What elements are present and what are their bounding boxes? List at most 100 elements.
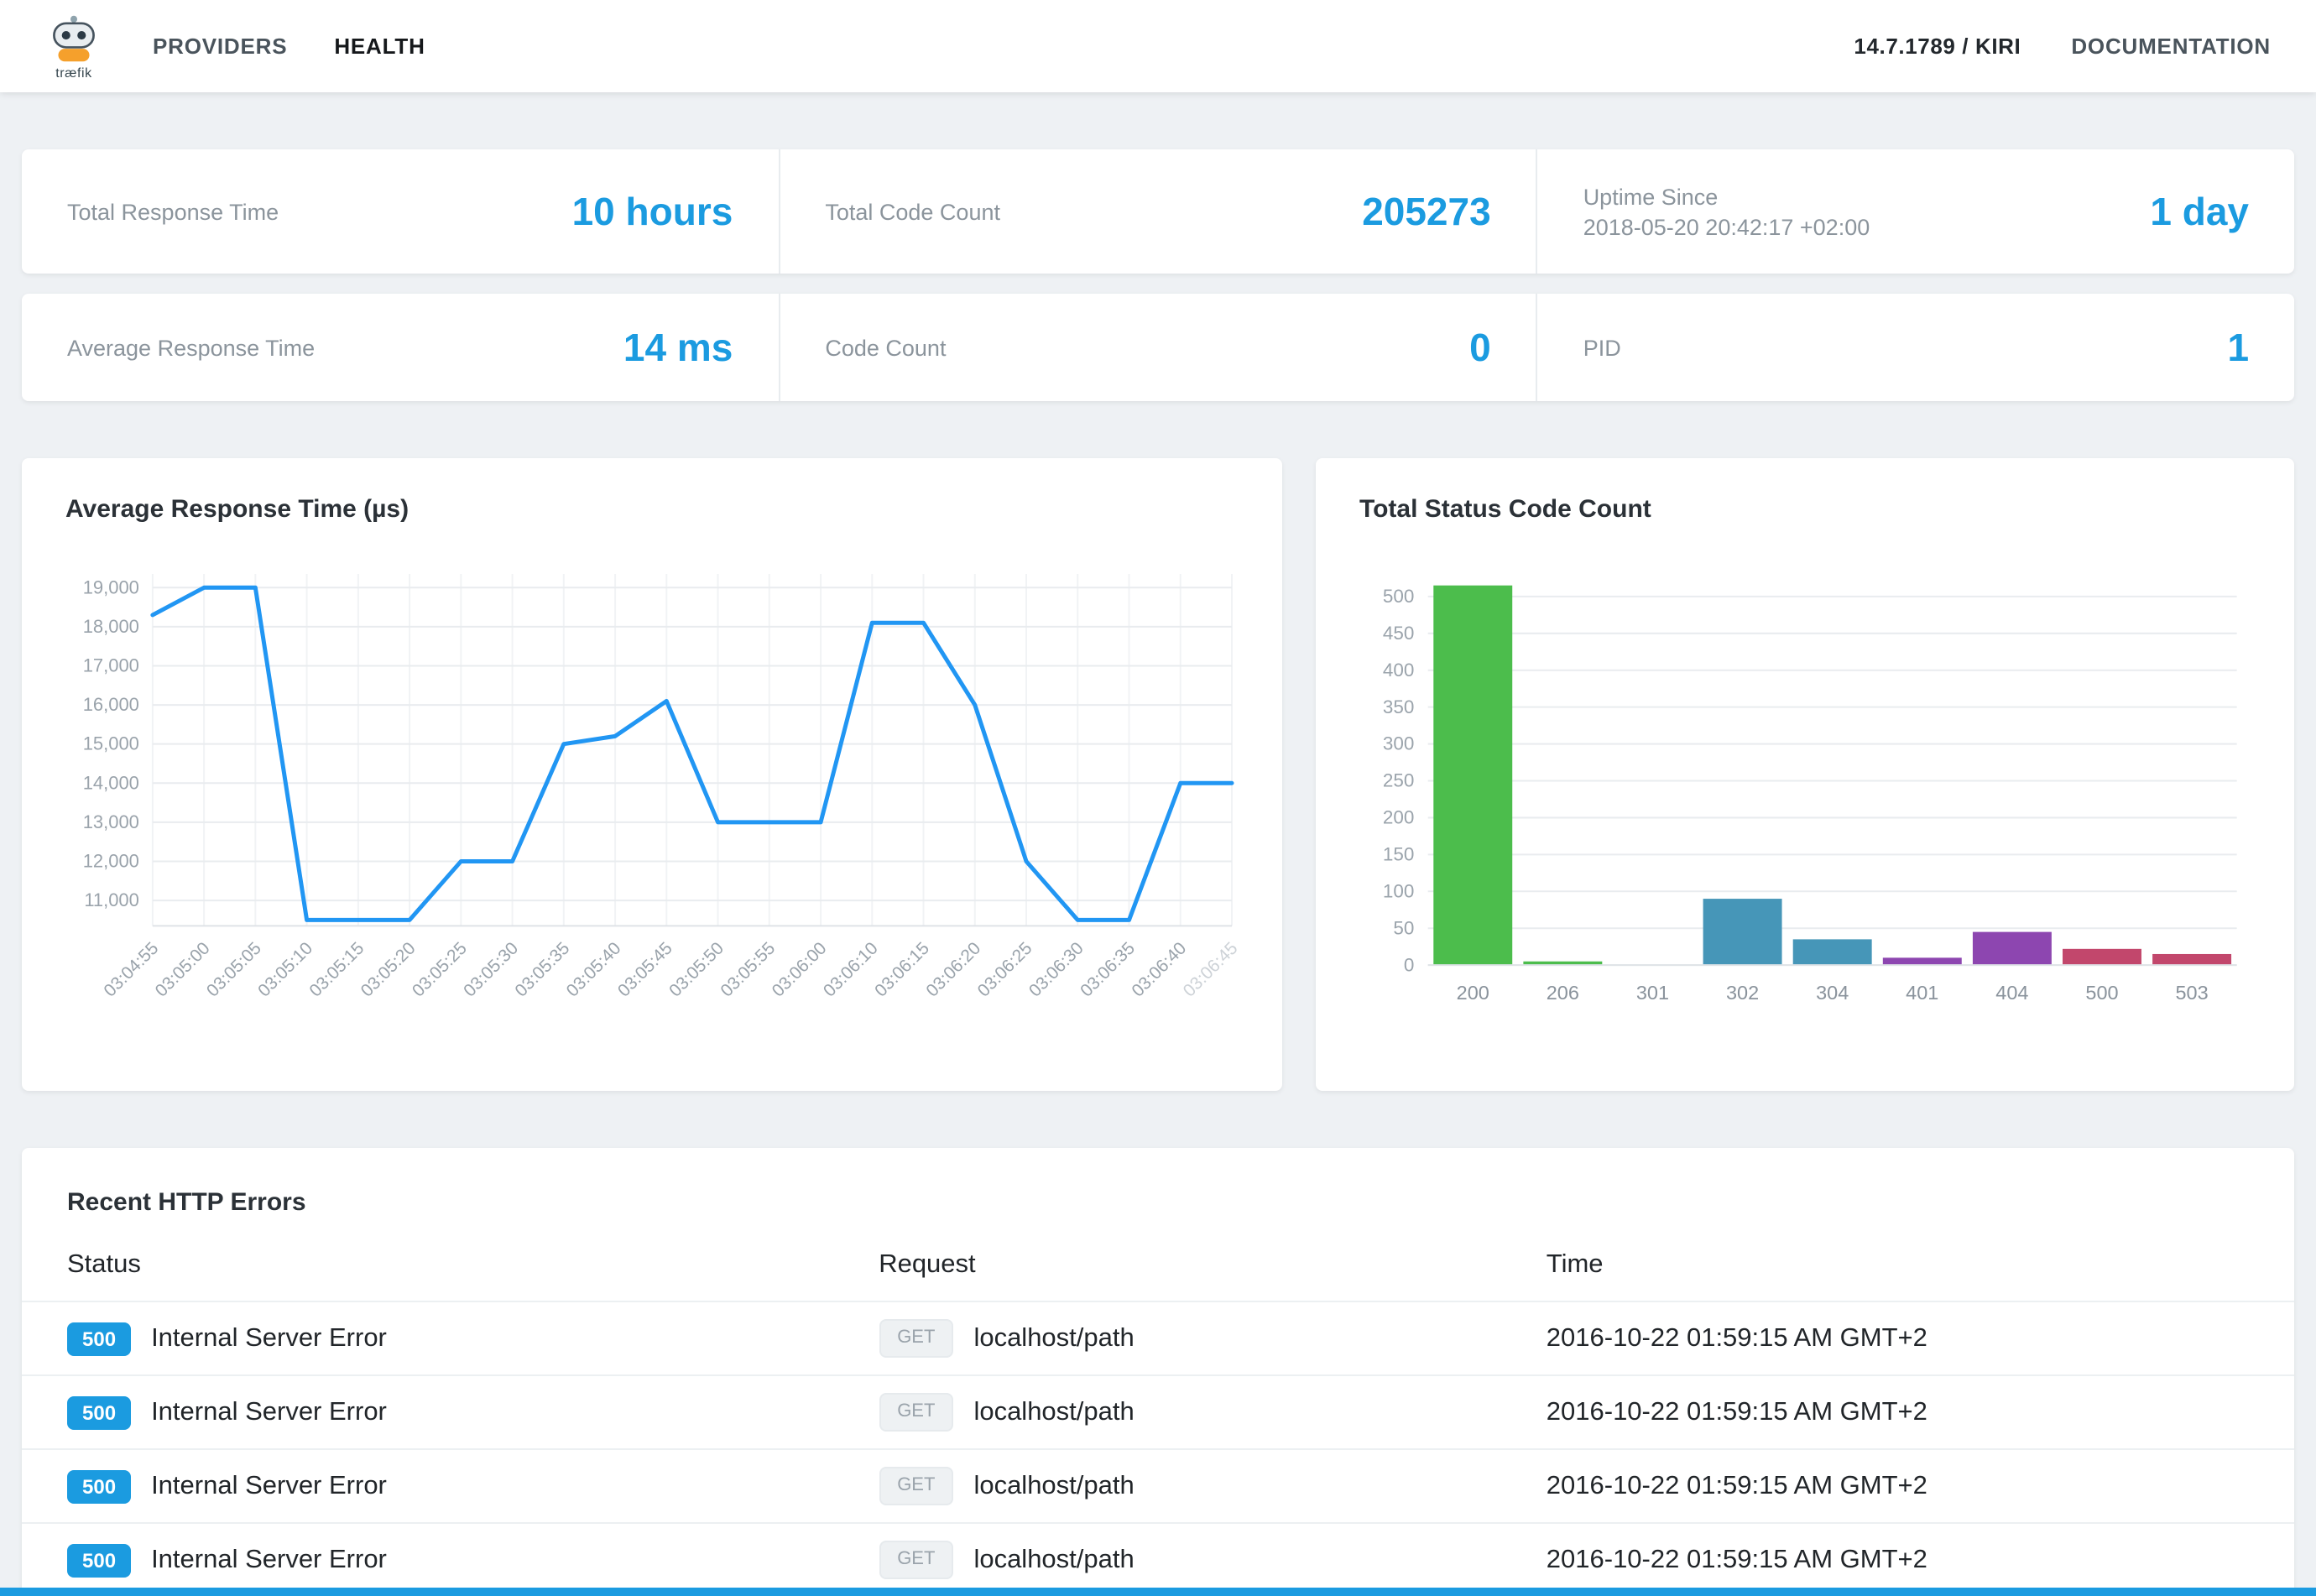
svg-text:03:05:05: 03:05:05 xyxy=(203,939,265,1001)
chart-title-status-codes: Total Status Code Count xyxy=(1359,495,2251,524)
stat-total-response-time: Total Response Time 10 hours xyxy=(22,149,778,274)
traefik-logo[interactable]: træfik xyxy=(45,13,102,80)
error-time: 2016-10-22 01:59:15 AM GMT+2 xyxy=(1547,1545,2249,1575)
stats-row-current: Average Response Time 14 ms Code Count 0… xyxy=(22,294,2294,401)
svg-text:200: 200 xyxy=(1457,982,1489,1004)
stat-value: 0 xyxy=(1469,325,1491,370)
svg-text:03:06:10: 03:06:10 xyxy=(820,939,882,1001)
svg-text:500: 500 xyxy=(1383,586,1414,607)
response-time-chart-card: Average Response Time (µs) 11,00012,0001… xyxy=(22,458,1282,1091)
svg-text:03:06:40: 03:06:40 xyxy=(1128,939,1190,1001)
column-header-time: Time xyxy=(1547,1250,2249,1280)
stat-label: Total Response Time xyxy=(67,199,279,224)
traefik-health-dashboard: træfik PROVIDERS HEALTH 14.7.1789 / KIRI… xyxy=(0,0,2316,1596)
svg-text:03:06:35: 03:06:35 xyxy=(1077,939,1139,1001)
svg-text:401: 401 xyxy=(1906,982,1938,1004)
method-badge: GET xyxy=(879,1541,953,1579)
svg-text:19,000: 19,000 xyxy=(83,576,139,597)
method-badge: GET xyxy=(879,1467,953,1505)
stat-label: Uptime Since xyxy=(1583,184,1870,209)
svg-text:03:06:00: 03:06:00 xyxy=(769,939,831,1001)
request-path: localhost/path xyxy=(973,1471,1134,1501)
svg-text:03:04:55: 03:04:55 xyxy=(100,939,162,1001)
svg-text:14,000: 14,000 xyxy=(83,772,139,793)
status-code-badge: 500 xyxy=(67,1322,131,1355)
stat-label: Code Count xyxy=(825,335,946,360)
svg-text:13,000: 13,000 xyxy=(83,811,139,832)
stat-value: 1 xyxy=(2227,325,2249,370)
svg-text:400: 400 xyxy=(1383,660,1414,681)
stat-code-count: Code Count 0 xyxy=(778,294,1536,401)
svg-text:404: 404 xyxy=(1995,982,2028,1004)
svg-text:50: 50 xyxy=(1393,917,1414,938)
svg-text:200: 200 xyxy=(1383,807,1414,828)
status-text: Internal Server Error xyxy=(151,1323,387,1353)
svg-text:0: 0 xyxy=(1404,954,1415,975)
stats-row-totals: Total Response Time 10 hours Total Code … xyxy=(22,149,2294,274)
status-code-badge: 500 xyxy=(67,1469,131,1503)
column-header-status: Status xyxy=(67,1250,879,1280)
svg-text:03:05:40: 03:05:40 xyxy=(563,939,625,1001)
svg-text:17,000: 17,000 xyxy=(83,655,139,675)
svg-text:15,000: 15,000 xyxy=(83,733,139,754)
traefik-mascot-icon xyxy=(45,13,102,66)
svg-text:03:05:35: 03:05:35 xyxy=(511,939,573,1001)
errors-table-title: Recent HTTP Errors xyxy=(22,1148,2294,1240)
charts-row: Average Response Time (µs) 11,00012,0001… xyxy=(22,458,2294,1091)
svg-text:100: 100 xyxy=(1383,880,1414,901)
svg-text:03:05:20: 03:05:20 xyxy=(357,939,420,1001)
svg-text:03:05:25: 03:05:25 xyxy=(409,939,471,1001)
nav-item-health[interactable]: HEALTH xyxy=(334,34,425,59)
svg-text:301: 301 xyxy=(1636,982,1669,1004)
svg-text:03:05:10: 03:05:10 xyxy=(254,939,316,1001)
svg-text:250: 250 xyxy=(1383,770,1414,791)
svg-text:03:06:25: 03:06:25 xyxy=(974,939,1036,1001)
svg-text:206: 206 xyxy=(1547,982,1579,1004)
status-code-chart-card: Total Status Code Count 0 50 100 150 200 250 3… xyxy=(1316,458,2294,1091)
column-header-request: Request xyxy=(879,1250,1547,1280)
method-badge: GET xyxy=(879,1393,953,1432)
svg-text:03:06:15: 03:06:15 xyxy=(871,939,933,1001)
svg-text:150: 150 xyxy=(1383,844,1414,865)
status-text: Internal Server Error xyxy=(151,1397,387,1427)
svg-text:12,000: 12,000 xyxy=(83,850,139,871)
navbar: træfik PROVIDERS HEALTH 14.7.1789 / KIRI… xyxy=(0,0,2316,92)
svg-text:350: 350 xyxy=(1383,696,1414,717)
svg-text:302: 302 xyxy=(1726,982,1759,1004)
table-row: 500 Internal Server Error GET localhost/… xyxy=(22,1301,2294,1374)
nav-item-providers[interactable]: PROVIDERS xyxy=(153,34,287,59)
svg-text:503: 503 xyxy=(2176,982,2209,1004)
error-time: 2016-10-22 01:59:15 AM GMT+2 xyxy=(1547,1397,2249,1427)
status-text: Internal Server Error xyxy=(151,1471,387,1501)
svg-text:03:06:20: 03:06:20 xyxy=(922,939,984,1001)
status-code-chart: 0501001502002503003504004505002002063013… xyxy=(1359,554,2251,1054)
svg-text:03:05:30: 03:05:30 xyxy=(460,939,522,1001)
error-time: 2016-10-22 01:59:15 AM GMT+2 xyxy=(1547,1323,2249,1353)
table-row: 500 Internal Server Error GET localhost/… xyxy=(22,1522,2294,1596)
footer-accent-bar xyxy=(0,1588,2316,1596)
stat-value: 205273 xyxy=(1362,189,1491,234)
svg-text:03:05:00: 03:05:00 xyxy=(152,939,214,1001)
svg-text:11,000: 11,000 xyxy=(84,889,139,910)
stat-average-response-time: Average Response Time 14 ms xyxy=(22,294,778,401)
status-text: Internal Server Error xyxy=(151,1545,387,1575)
method-badge: GET xyxy=(879,1319,953,1358)
version-label: 14.7.1789 / KIRI xyxy=(1854,34,2021,59)
error-time: 2016-10-22 01:59:15 AM GMT+2 xyxy=(1547,1471,2249,1501)
svg-text:304: 304 xyxy=(1816,982,1849,1004)
svg-text:16,000: 16,000 xyxy=(83,694,139,715)
response-time-chart: 11,000 12,000 13,000 14,000 15,000 16,000 17,0… xyxy=(65,554,1239,1043)
status-code-badge: 500 xyxy=(67,1543,131,1577)
svg-text:450: 450 xyxy=(1383,623,1414,644)
stat-total-code-count: Total Code Count 205273 xyxy=(778,149,1536,274)
stat-uptime-since: Uptime Since 2018-05-20 20:42:17 +02:00 … xyxy=(1536,149,2294,274)
svg-text:03:05:45: 03:05:45 xyxy=(614,939,676,1001)
status-code-badge: 500 xyxy=(67,1395,131,1429)
stat-value: 10 hours xyxy=(572,189,733,234)
errors-table-header: Status Request Time xyxy=(22,1240,2294,1301)
chart-title-response-time: Average Response Time (µs) xyxy=(65,495,1239,524)
nav-item-documentation[interactable]: DOCUMENTATION xyxy=(2071,34,2271,59)
traefik-logo-text: træfik xyxy=(55,65,92,80)
main-content: Total Response Time 10 hours Total Code … xyxy=(0,92,2316,1596)
stat-label: PID xyxy=(1583,335,1621,360)
